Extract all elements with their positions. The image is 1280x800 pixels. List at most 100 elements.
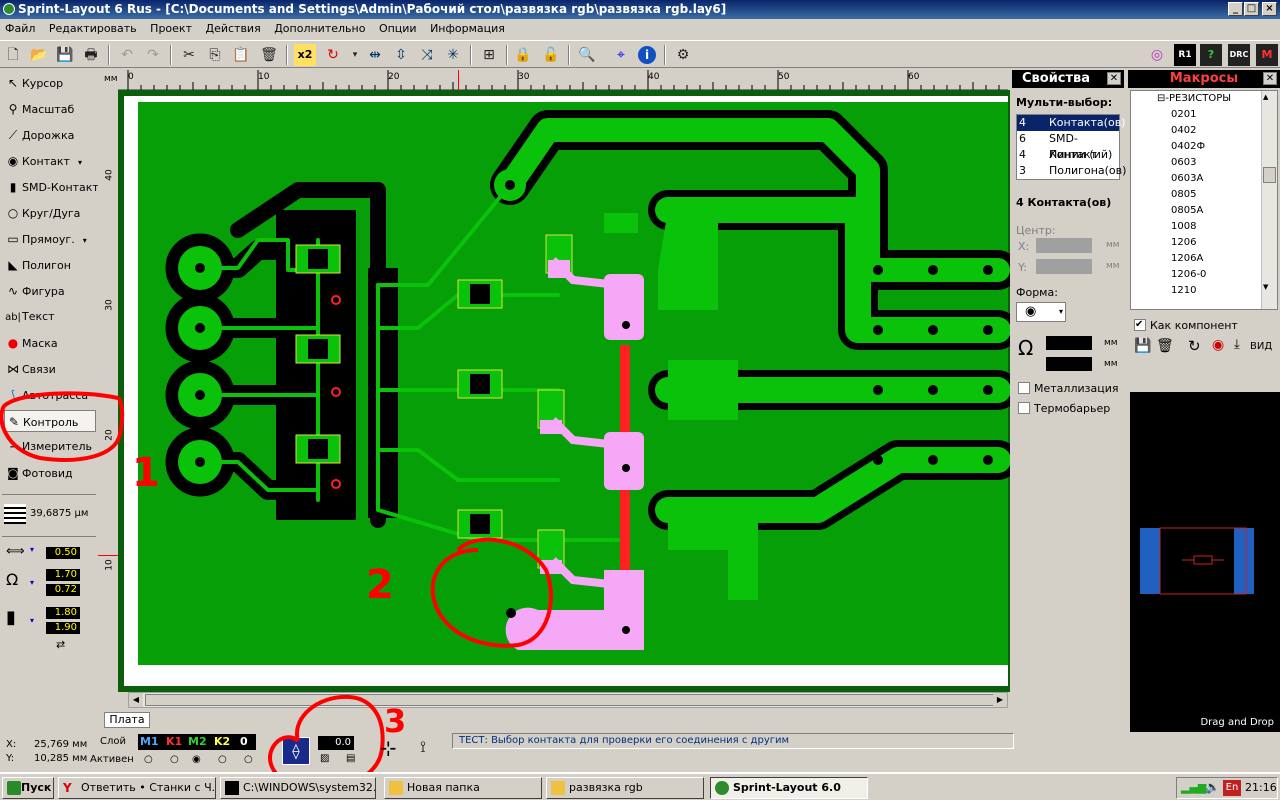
unlock-icon[interactable]: 🔓 xyxy=(540,44,562,66)
macro-m-icon[interactable]: M xyxy=(1256,44,1278,66)
mirror-h-icon[interactable]: ⇹ xyxy=(364,44,386,66)
view-button[interactable]: ВИД xyxy=(1250,341,1272,352)
r1-icon[interactable]: R1 xyxy=(1174,44,1196,66)
layer-o[interactable]: 0 xyxy=(240,735,248,748)
tree-item[interactable]: 1206А xyxy=(1171,253,1203,264)
copy-icon[interactable]: ⎘ xyxy=(204,44,226,66)
undo-icon[interactable]: ↶ xyxy=(116,44,138,66)
metallization-checkbox[interactable] xyxy=(1018,382,1030,394)
save-icon[interactable]: 💾 xyxy=(1134,338,1151,354)
new-file-icon[interactable]: 🗋 xyxy=(2,44,24,66)
record-icon[interactable]: ◉ xyxy=(1212,337,1224,353)
tree-vertical-scrollbar[interactable]: ▲ ▼ xyxy=(1261,91,1277,309)
pad-inner-size-field[interactable] xyxy=(1046,357,1092,371)
tree-item[interactable]: 1008 xyxy=(1171,221,1196,232)
layer-k1-radio[interactable]: ○ xyxy=(170,754,179,765)
help-icon[interactable]: ? xyxy=(1200,44,1222,66)
task-browser[interactable]: Y Ответить • Станки с Ч... xyxy=(58,777,216,799)
rotate-icon[interactable]: ↻ xyxy=(322,44,344,66)
download-icon[interactable]: ⤓ xyxy=(1234,337,1240,352)
open-folder-icon[interactable]: 📂 xyxy=(28,44,50,66)
footprint-icon[interactable]: ⟟ xyxy=(420,737,426,757)
maximize-button[interactable]: □ xyxy=(1244,2,1259,16)
pcb-board[interactable] xyxy=(118,90,1010,692)
snap-icon[interactable]: ✳ xyxy=(442,44,464,66)
smd-width-field[interactable]: 1.80 xyxy=(46,607,80,619)
minimize-button[interactable]: _ xyxy=(1228,2,1243,16)
layer-m1[interactable]: M1 xyxy=(140,735,159,748)
tree-item[interactable]: 0201 xyxy=(1171,109,1196,120)
tool-rectangle[interactable]: ▭ Прямоуг. ▾ xyxy=(4,228,96,250)
pad-inner-field[interactable]: 0.72 xyxy=(46,584,80,596)
pad-outer-field[interactable]: 1.70 xyxy=(46,569,80,581)
tree-item[interactable]: 1210 xyxy=(1171,285,1196,296)
chevron-down-icon[interactable]: ▾ xyxy=(78,158,82,167)
tool-zoom[interactable]: ⚲ Масштаб xyxy=(4,98,96,120)
layer-k2-radio[interactable]: ○ xyxy=(218,754,227,765)
tree-item[interactable]: 1206-0 xyxy=(1171,269,1206,280)
list-item[interactable]: 4 Линии (ий) xyxy=(1017,147,1119,163)
close-button[interactable]: × xyxy=(1262,2,1277,16)
chevron-down-icon[interactable]: ▾ xyxy=(30,578,34,587)
paste-icon[interactable]: 📋 xyxy=(230,44,252,66)
delete-icon[interactable]: 🗑 xyxy=(1156,338,1174,354)
chevron-down-icon[interactable]: ▾ xyxy=(30,616,34,625)
group-icon[interactable]: ⊞ xyxy=(478,44,500,66)
tool-pad[interactable]: ◉ Контакт ▾ xyxy=(4,150,96,172)
menu-options[interactable]: Опции xyxy=(374,22,422,35)
redo-icon[interactable]: ↷ xyxy=(142,44,164,66)
task-sprint-layout[interactable]: Sprint-Layout 6.0 xyxy=(710,777,868,799)
cut-icon[interactable]: ✂ xyxy=(178,44,200,66)
smd-height-field[interactable]: 1.90 xyxy=(46,622,80,634)
info-icon[interactable]: i xyxy=(638,46,656,64)
settings-gear-icon[interactable]: ⚙ xyxy=(672,44,694,66)
tree-node-resistors[interactable]: ⊟-РЕЗИСТОРЫ xyxy=(1157,93,1231,104)
drc-icon[interactable]: DRC xyxy=(1228,44,1250,66)
scroll-thumb[interactable] xyxy=(1263,167,1276,183)
menu-project[interactable]: Проект xyxy=(145,22,197,35)
scroll-left-icon[interactable]: ◀ xyxy=(129,693,143,707)
align-icon[interactable]: ⤨ xyxy=(416,44,438,66)
pad-library-icon[interactable]: ◎ xyxy=(1146,44,1168,66)
layer-selector[interactable]: M1 K1 M2 K2 0 xyxy=(138,734,256,750)
scroll-up-icon[interactable]: ▲ xyxy=(1263,93,1268,101)
save-icon[interactable]: 💾 xyxy=(54,44,76,66)
chevron-down-icon[interactable]: ▾ xyxy=(30,545,34,554)
shape-select[interactable]: ◉ ▾ xyxy=(1016,302,1066,322)
zoom-fit-icon[interactable]: ⌖ xyxy=(610,44,632,66)
rotate-dropdown-icon[interactable]: ▾ xyxy=(344,44,366,66)
layer-m2-radio[interactable]: ◉ xyxy=(192,754,201,765)
zoom-icon[interactable]: 🔍 xyxy=(576,44,598,66)
tree-item[interactable]: 0402 xyxy=(1171,125,1196,136)
as-component-checkbox[interactable]: ✔ xyxy=(1134,319,1146,331)
tool-mask[interactable]: ● Маска xyxy=(4,332,96,354)
center-x-field[interactable] xyxy=(1036,238,1092,253)
pad-outer-size-field[interactable] xyxy=(1046,336,1092,350)
scroll-right-icon[interactable]: ▶ xyxy=(993,693,1007,707)
tree-item[interactable]: 0805А xyxy=(1171,205,1203,216)
menu-edit[interactable]: Редактировать xyxy=(44,22,142,35)
layer-m2[interactable]: M2 xyxy=(188,735,207,748)
list-item[interactable]: 3 Полигона(ов) xyxy=(1017,163,1126,179)
horizontal-scrollbar[interactable]: ◀ ▶ xyxy=(128,692,1008,708)
tree-item[interactable]: 0805 xyxy=(1171,189,1196,200)
print-icon[interactable]: 🖶 xyxy=(80,44,102,66)
volume-icon[interactable]: 🔈 xyxy=(1205,780,1220,794)
tree-item[interactable]: 0603 xyxy=(1171,157,1196,168)
language-indicator[interactable]: En xyxy=(1223,780,1241,796)
tree-item[interactable]: 0402Ф xyxy=(1171,141,1205,152)
lock-icon[interactable]: 🔒 xyxy=(512,44,534,66)
center-y-field[interactable] xyxy=(1036,259,1092,274)
macro-tree[interactable]: ⊟-РЕЗИСТОРЫ 0201 0402 0402Ф 0603 0603А 0805 08… xyxy=(1130,90,1278,310)
start-button[interactable]: Пуск xyxy=(2,777,54,799)
menu-extra[interactable]: Дополнительно xyxy=(269,22,370,35)
close-icon[interactable]: ✕ xyxy=(1263,72,1277,85)
layer-k2[interactable]: K2 xyxy=(214,735,230,748)
tab-board[interactable]: Плата xyxy=(104,712,150,728)
tree-item[interactable]: 0603А xyxy=(1171,173,1203,184)
tool-polygon[interactable]: ◣ Полигон xyxy=(4,254,96,276)
list-item[interactable]: 6 SMD-Контакт xyxy=(1017,131,1119,161)
multi-select-list[interactable]: 4 Контакта(ов) 6 SMD-Контакт 4 Линии (ий) 3… xyxy=(1016,114,1126,180)
layer-m1-radio[interactable]: ○ xyxy=(144,754,153,765)
tool-track[interactable]: ⟋ Дорожка xyxy=(4,124,96,146)
